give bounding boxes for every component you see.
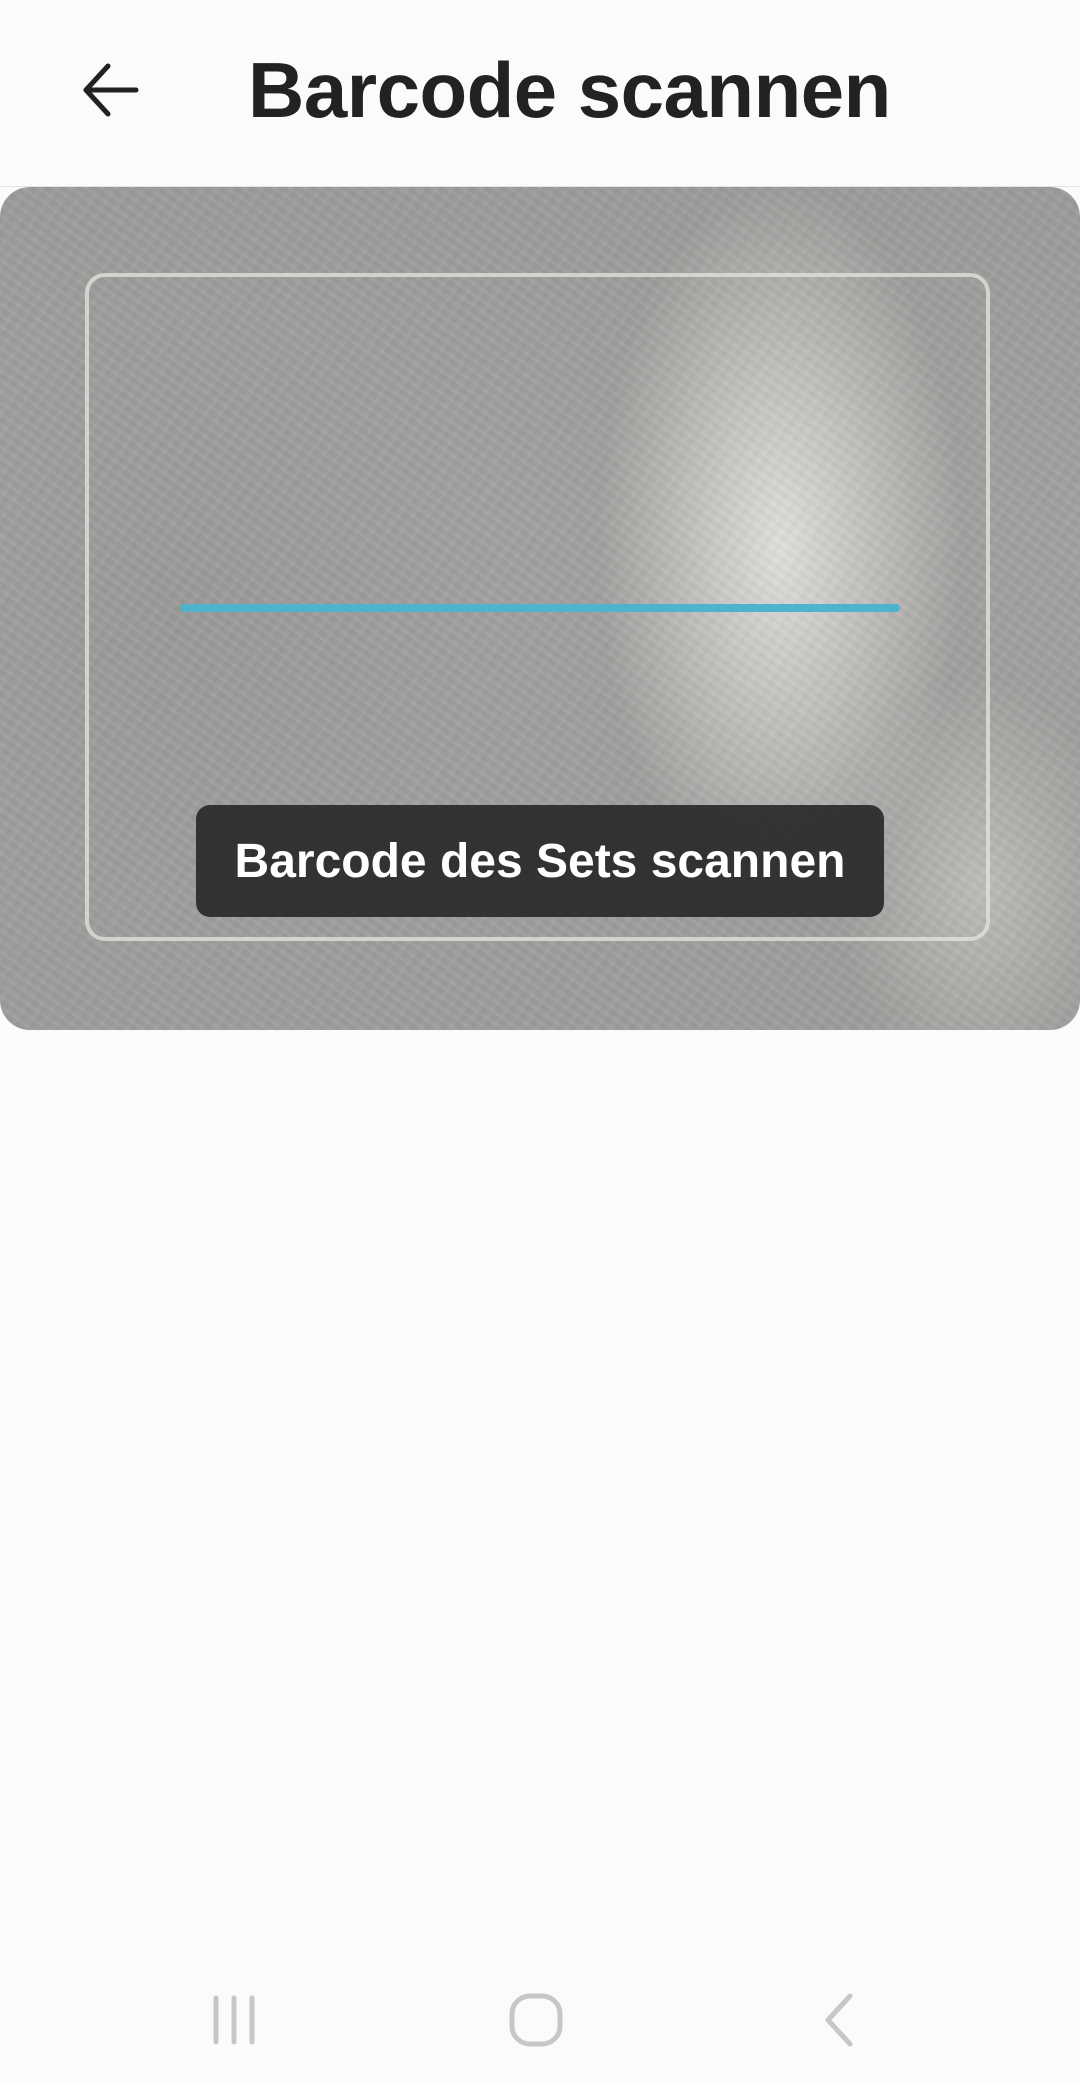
scan-hint-toast: Barcode des Sets scannen xyxy=(196,805,884,917)
back-chevron-icon xyxy=(825,1993,853,2047)
arrow-left-icon xyxy=(83,63,139,117)
system-back-button[interactable] xyxy=(800,1980,880,2060)
system-navigation-bar xyxy=(0,1960,1080,2084)
home-button[interactable] xyxy=(496,1980,576,2060)
recents-icon xyxy=(213,1995,255,2045)
back-button[interactable] xyxy=(62,42,158,138)
home-icon xyxy=(509,1993,563,2047)
scan-line xyxy=(180,604,900,612)
app-bar: Barcode scannen xyxy=(0,0,1080,187)
scan-hint-text: Barcode des Sets scannen xyxy=(234,834,846,888)
recents-button[interactable] xyxy=(194,1980,274,2060)
page-title: Barcode scannen xyxy=(248,46,891,134)
camera-preview[interactable]: Barcode des Sets scannen xyxy=(0,187,1080,1030)
